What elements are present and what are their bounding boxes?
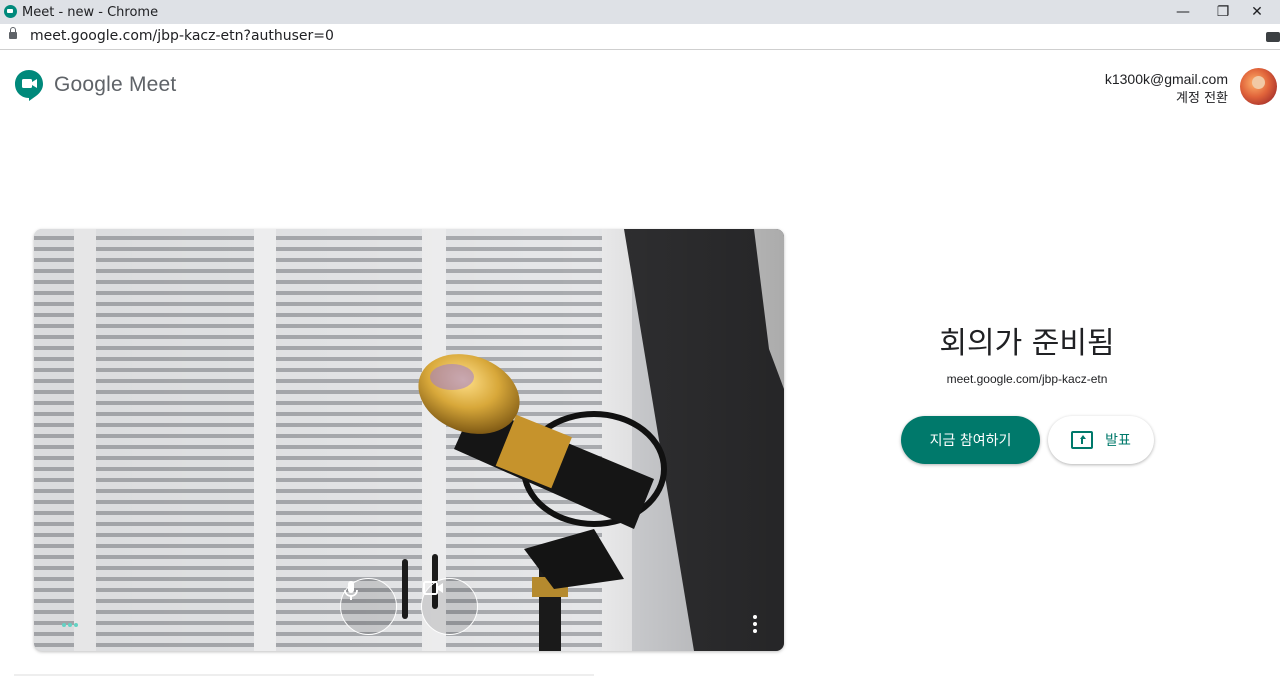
address-bar[interactable]: meet.google.com/jbp-kacz-etn?authuser=0 xyxy=(0,24,1280,50)
present-button-label: 발표 xyxy=(1105,433,1131,449)
microphone-icon xyxy=(344,581,358,600)
product-name[interactable]: Google Meet xyxy=(54,73,176,97)
more-vert-icon[interactable] xyxy=(749,613,761,635)
video-preview xyxy=(34,229,784,651)
account-email: k1300k@gmail.com xyxy=(1104,71,1228,87)
audio-level-indicator xyxy=(62,623,82,629)
avatar[interactable] xyxy=(1240,68,1277,105)
window-title: Meet - new - Chrome xyxy=(22,5,159,20)
present-to-all-icon xyxy=(1071,431,1094,449)
join-now-button[interactable]: 지금 참여하기 xyxy=(901,416,1040,464)
divider xyxy=(14,674,594,676)
meeting-ready-title: 회의가 준비됨 xyxy=(939,326,1115,361)
video-camera-icon xyxy=(423,581,443,595)
extension-icon[interactable] xyxy=(1266,32,1280,42)
present-button[interactable]: 발표 xyxy=(1048,416,1154,464)
lock-icon[interactable] xyxy=(9,27,17,39)
google-meet-logo-icon[interactable] xyxy=(14,69,44,101)
url-text[interactable]: meet.google.com/jbp-kacz-etn?authuser=0 xyxy=(30,28,334,44)
camera-toggle-button[interactable] xyxy=(421,578,478,635)
camera-feed-image xyxy=(34,229,784,651)
browser-titlebar: Meet - new - Chrome — ❐ ✕ xyxy=(0,0,1280,24)
meet-favicon-icon xyxy=(4,5,17,18)
microphone-toggle-button[interactable] xyxy=(340,578,397,635)
switch-account-link[interactable]: 계정 전환 xyxy=(1176,87,1228,106)
meeting-link: meet.google.com/jbp-kacz-etn xyxy=(946,372,1108,386)
close-button[interactable]: ✕ xyxy=(1234,0,1280,24)
